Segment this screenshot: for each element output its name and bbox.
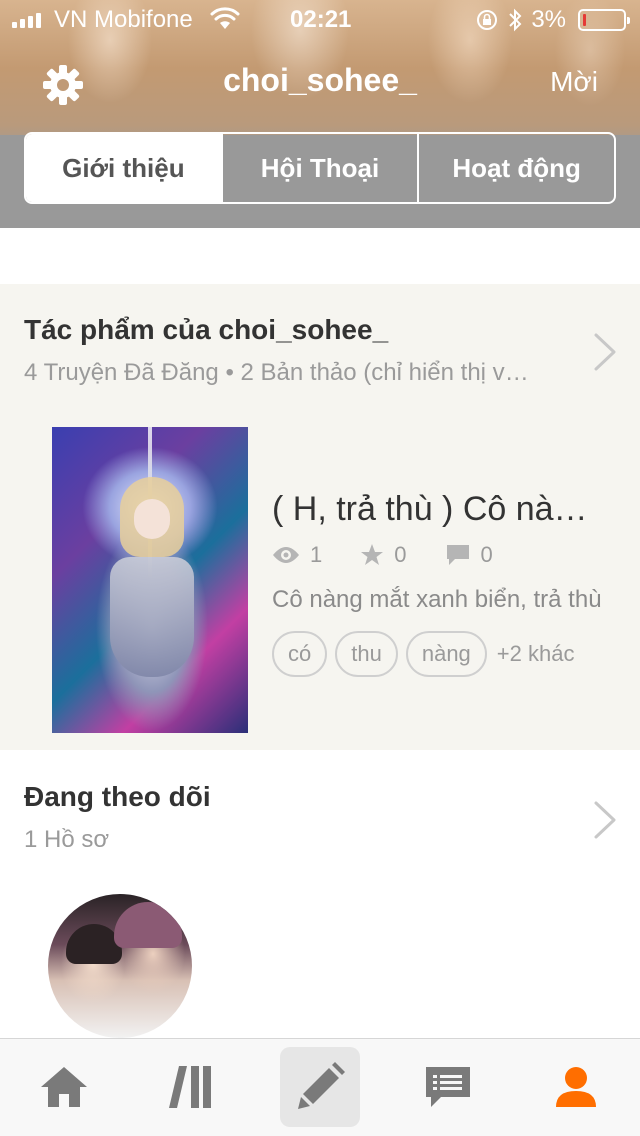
profile-header: VN Mobifone 02:21 3% choi_sohee_ Mời Giớ… (0, 0, 640, 228)
star-icon (361, 544, 384, 565)
tab-home[interactable] (24, 1047, 104, 1127)
story-cover-image[interactable] (52, 427, 248, 733)
followed-user-avatar[interactable] (48, 894, 192, 1038)
tab-library[interactable] (152, 1047, 232, 1127)
bottom-tab-bar (0, 1038, 640, 1136)
profile-icon (556, 1067, 596, 1107)
views-stat: 1 (272, 542, 322, 568)
library-icon (169, 1066, 211, 1108)
views-count: 1 (310, 542, 323, 567)
tab-write[interactable] (280, 1047, 360, 1127)
comments-count: 0 (480, 542, 493, 567)
following-title: Đang theo dõi (24, 781, 211, 812)
profile-username-title: choi_sohee_ (223, 62, 417, 98)
votes-stat: 0 (360, 542, 407, 568)
home-icon (41, 1067, 87, 1107)
comment-icon (446, 545, 469, 565)
more-tags-label: +2 khác (496, 641, 575, 666)
rotation-lock-icon (477, 10, 498, 30)
tab-about[interactable]: Giới thiệu (26, 134, 223, 202)
chevron-right-icon[interactable] (592, 800, 618, 840)
story-title[interactable]: ( H, trả thù ) Cô nàng mắt xanh biển (272, 490, 602, 529)
tab-profile[interactable] (536, 1047, 616, 1127)
following-subtitle: 1 Hồ sơ (24, 826, 110, 853)
battery-icon (578, 9, 630, 31)
tab-conversations[interactable]: Hội Thoại (223, 134, 420, 202)
votes-count: 0 (394, 542, 407, 567)
battery-percent: 3% (531, 6, 566, 33)
eye-icon (273, 547, 299, 563)
story-stats: 1 0 0 (272, 542, 531, 568)
tab-activity[interactable]: Hoạt động (419, 134, 614, 202)
story-tags: có thu nàng +2 khác (272, 631, 574, 677)
invite-button[interactable]: Mời (550, 66, 598, 98)
status-right-group: 3% (475, 6, 630, 34)
story-description: Cô nàng mắt xanh biển, trả thù (272, 586, 602, 613)
works-subtitle: 4 Truyện Đã Đăng • 2 Bản thảo (chỉ hiển … (24, 359, 544, 386)
chevron-right-icon[interactable] (592, 332, 618, 372)
profile-tabs: Giới thiệu Hội Thoại Hoạt động (24, 132, 616, 204)
clock: 02:21 (290, 6, 352, 33)
tab-messages[interactable] (408, 1047, 488, 1127)
pencil-icon (298, 1062, 345, 1109)
tag-chip[interactable]: nàng (405, 631, 487, 677)
status-bar: VN Mobifone 02:21 3% (0, 0, 640, 40)
works-section[interactable]: Tác phẩm của choi_sohee_ 4 Truyện Đã Đăn… (0, 284, 640, 750)
messages-icon (426, 1067, 470, 1107)
tag-chip[interactable]: thu (335, 631, 398, 677)
bluetooth-icon (509, 8, 522, 32)
tag-chip[interactable]: có (272, 631, 328, 677)
following-section[interactable]: Đang theo dõi 1 Hồ sơ (0, 750, 640, 1038)
wifi-icon (210, 7, 240, 29)
works-title: Tác phẩm của choi_sohee_ (24, 314, 389, 345)
signal-icon (12, 12, 41, 28)
carrier-label: VN Mobifone (54, 6, 193, 33)
comments-stat: 0 (445, 542, 493, 568)
